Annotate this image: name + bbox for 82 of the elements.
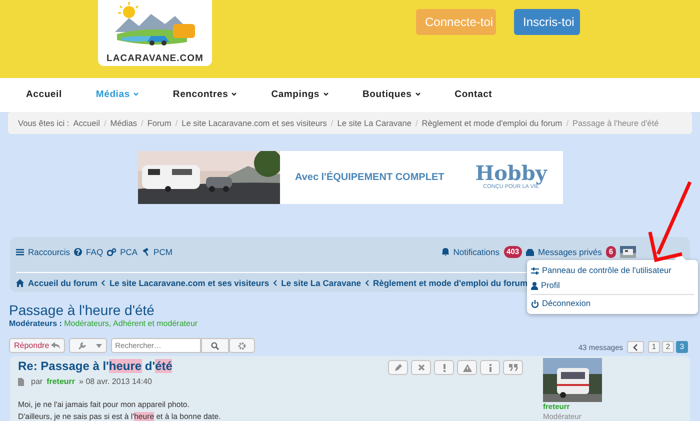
banner-slogan: Avec l'ÉQUIPEMENT COMPLET [294, 170, 444, 185]
power-icon [531, 300, 539, 308]
menu-item[interactable]: Panneau de contrôle de l'utilisateur [531, 263, 694, 278]
moderators-label: Modérateurs : [9, 319, 62, 328]
search-icon [211, 342, 220, 350]
post-title[interactable]: Re: Passage à l'heure d'été [18, 359, 172, 374]
caret-icon [231, 92, 238, 96]
breadcrumb-label: Vous êtes ici : [18, 116, 70, 130]
caret-icon [132, 92, 139, 96]
breadcrumb-separator: / [330, 116, 334, 130]
breadcrumb-link[interactable]: Accueil [73, 116, 100, 130]
breadcrumb-link[interactable]: Forum [147, 116, 172, 130]
nav-menu-item[interactable]: Campings [271, 88, 329, 102]
delete-button[interactable] [411, 360, 431, 375]
breadcrumb-separator: / [415, 116, 418, 130]
menu-item[interactable]: Déconnexion [531, 296, 694, 311]
breadcrumb-link[interactable]: Passage à l'heure d'été [572, 116, 659, 130]
caret-icon [322, 92, 329, 96]
breadcrumb-link[interactable]: Le site Lacaravane.com et ses visiteurs [182, 116, 327, 130]
sliders-icon [531, 266, 539, 274]
topic-title: Passage à l'heure d'été [9, 302, 154, 318]
logo-text: LACARAVANE.COM [106, 52, 204, 66]
bell-icon [442, 248, 450, 256]
wrench-icon [78, 342, 86, 350]
breadcrumb-separator: / [141, 116, 144, 130]
help-icon [74, 248, 82, 256]
warning-icon [462, 364, 472, 372]
pencil-icon [394, 364, 402, 372]
info-icon [488, 364, 492, 372]
previous-page-button[interactable] [627, 341, 644, 353]
report-button[interactable] [434, 360, 454, 375]
close-icon [418, 364, 424, 371]
navbar-link[interactable]: FAQ [74, 246, 104, 258]
menu-icon [16, 248, 24, 256]
gears-icon [107, 248, 116, 256]
advanced-search-button[interactable] [229, 338, 256, 353]
caret-icon [414, 92, 421, 96]
nav-menu-item[interactable]: Boutiques [362, 88, 421, 102]
nav-menu-item[interactable]: Médias [96, 88, 139, 102]
edit-button[interactable] [388, 360, 408, 375]
chevron-icon [633, 344, 638, 350]
reply-button[interactable]: Répondre [9, 338, 66, 353]
breadcrumb-link[interactable]: Règlement et mode d'emploi du forum [422, 116, 562, 130]
forum-breadcrumb-link[interactable]: Accueil du forum [16, 276, 98, 290]
tools-button[interactable] [69, 338, 108, 353]
chevron-icon [365, 280, 369, 286]
nav-menu-item[interactable]: Contact [454, 88, 492, 102]
info-button[interactable] [480, 360, 500, 375]
chevron-icon [273, 280, 278, 286]
breadcrumb-link[interactable]: Le site La Caravane [337, 116, 412, 130]
nav-menu-item[interactable]: Rencontres [172, 88, 238, 102]
forum-breadcrumb-link[interactable]: Le site Lacaravane.com et ses visiteurs [109, 276, 270, 290]
quote-icon [508, 364, 518, 371]
reply-icon [51, 342, 60, 349]
hammer-icon [142, 248, 150, 256]
navbar-link[interactable]: Raccourcis [16, 246, 70, 258]
post-date: » 08 avr. 2013 14:40 [79, 376, 152, 388]
exclamation-icon [442, 364, 446, 372]
quote-button[interactable] [503, 360, 523, 375]
forum-breadcrumb-link[interactable]: Le site La Caravane [281, 276, 361, 290]
warning-button[interactable] [457, 360, 477, 375]
navbar-link[interactable]: PCM [142, 246, 172, 258]
forum-breadcrumb-link[interactable]: Règlement et mode d'emploi du forum [373, 276, 528, 290]
breadcrumb-separator: / [104, 116, 106, 130]
gear-icon [238, 342, 246, 350]
document-icon [18, 378, 24, 386]
post-byline-label: par [31, 376, 43, 388]
breadcrumb-separator: / [566, 116, 568, 130]
nav-menu-item[interactable]: Accueil [26, 88, 62, 102]
register-button[interactable]: Inscris-toi [514, 9, 580, 35]
breadcrumb-link[interactable]: Médias [110, 116, 138, 130]
search-button[interactable] [201, 338, 230, 353]
chevron-icon [101, 280, 106, 286]
caret-icon [96, 344, 102, 348]
home-icon [16, 279, 24, 287]
inbox-icon [526, 248, 534, 256]
menu-item[interactable]: Profil [531, 278, 694, 293]
breadcrumb-separator: / [175, 116, 178, 130]
navbar-link[interactable]: PCA [107, 246, 138, 258]
brand-name: Hobby [475, 163, 548, 184]
logo-card[interactable]: LACARAVANE.COM [98, 0, 212, 66]
user-icon [531, 282, 538, 290]
